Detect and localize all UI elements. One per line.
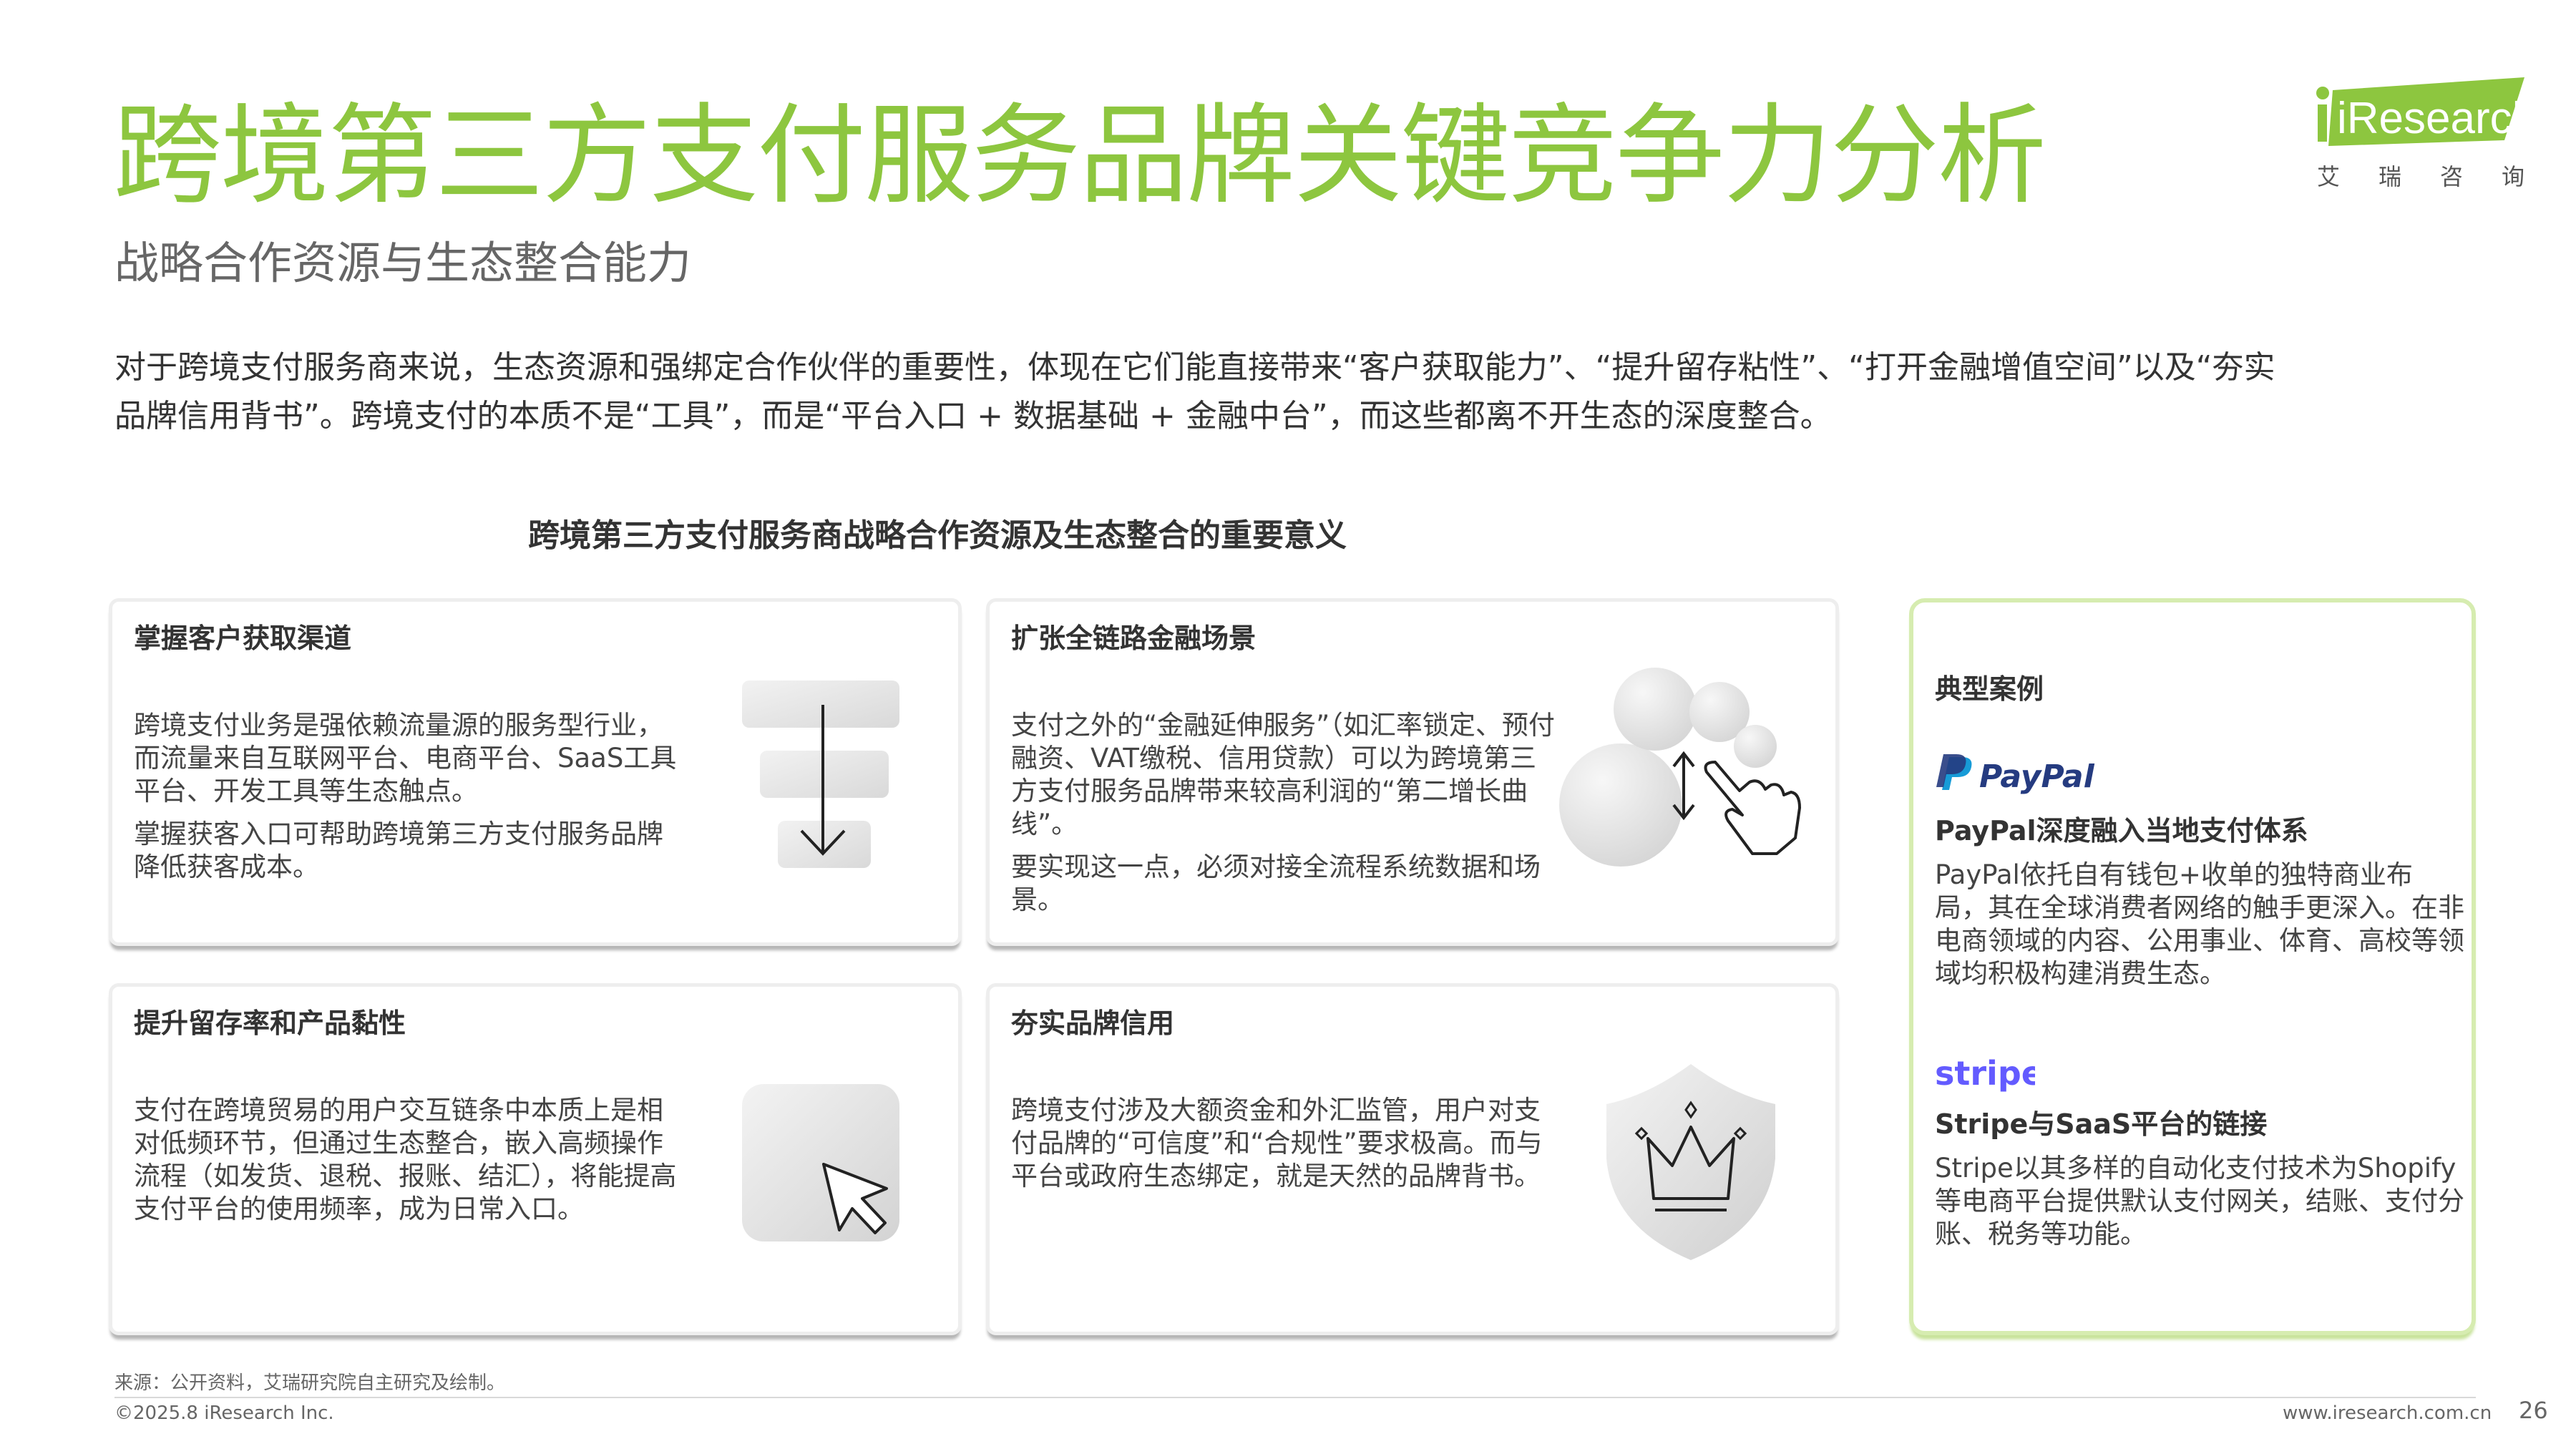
footer-divider: [114, 1397, 2476, 1398]
card-paragraph: 掌握获客入口可帮助跨境第三方支付服务品牌降低获客成本。: [134, 819, 663, 882]
case-study-panel: 典型案例 PayPal PayPal深度融入当地支付体系 PayPal依托自有钱…: [1909, 598, 2476, 1335]
card-financial-scenarios: 扩张全链路金融场景 支付之外的“金融延伸服务”（如汇率锁定、预付融资、VAT缴税…: [986, 598, 1839, 946]
card-paragraph: 支付之外的“金融延伸服务”（如汇率锁定、预付融资、VAT缴税、信用贷款）可以为跨…: [1011, 710, 1555, 839]
card-title: 提升留存率和产品黏性: [134, 1008, 406, 1039]
card-title: 扩张全链路金融场景: [1011, 623, 1257, 654]
stripe-wordmark: stripe: [1935, 1055, 2035, 1093]
case-study-heading: 典型案例: [1935, 673, 2044, 705]
logo-char: 艾: [2317, 163, 2341, 190]
intro-line: 品牌信用背书”。跨境支付的本质不是“工具”，而是“平台入口 + 数据基础 + 金…: [114, 398, 1832, 434]
diagram-title: 跨境第三方支付服务商战略合作资源及生态整合的重要意义: [528, 517, 1347, 554]
logo-char: 瑞: [2378, 163, 2401, 190]
card-customer-acquisition: 掌握客户获取渠道 跨境支付业务是强依赖流量源的服务型行业，而流量来自互联网平台、…: [109, 598, 962, 946]
paypal-wordmark: PayPal: [1979, 758, 2095, 794]
card-body: 支付在跨境贸易的用户交互链条中本质上是相对低频环节，但通过生态整合，嵌入高频操作…: [134, 1094, 678, 1236]
zoom-gesture-icon: [1559, 668, 1801, 867]
card-paragraph: 支付在跨境贸易的用户交互链条中本质上是相对低频环节，但通过生态整合，嵌入高频操作…: [134, 1095, 677, 1224]
logo-chinese-name: 艾 瑞 咨 询: [2317, 159, 2524, 192]
stripe-logo: stripe: [1935, 1055, 2035, 1093]
case-description: Stripe以其多样的自动化支付技术为Shopify等电商平台提供默认支付网关，…: [1935, 1153, 2464, 1249]
funnel-down-arrow-icon: [742, 680, 899, 868]
card-title: 夯实品牌信用: [1011, 1008, 1175, 1039]
source-note: 来源：公开资料，艾瑞研究院自主研究及绘制。: [114, 1372, 506, 1394]
shield-crown-icon: [1606, 1064, 1775, 1260]
intro-line: 对于跨境支付服务商来说，生态资源和强绑定合作伙伴的重要性，体现在它们能直接带来“…: [114, 349, 2275, 386]
card-body: 跨境支付涉及大额资金和外汇监管，用户对支付品牌的“可信度”和“合规性”要求极高。…: [1011, 1094, 1555, 1203]
page-title: 跨境第三方支付服务品牌关键竞争力分析: [113, 92, 2046, 219]
logo-wordmark: iResearch: [2337, 94, 2533, 143]
paypal-logo: PayPal: [1936, 754, 2095, 794]
page-number: 26: [2519, 1397, 2548, 1424]
card-body: 支付之外的“金融延伸服务”（如汇率锁定、预付融资、VAT缴税、信用贷款）可以为跨…: [1011, 709, 1555, 927]
logo-char: 询: [2501, 163, 2524, 190]
intro-paragraph: 对于跨境支付服务商来说，生态资源和强绑定合作伙伴的重要性，体现在它们能直接带来“…: [114, 343, 2462, 441]
card-body: 跨境支付业务是强依赖流量源的服务型行业，而流量来自互联网平台、电商平台、SaaS…: [134, 709, 678, 894]
iresearch-logo-mark: iResearch: [2316, 77, 2533, 146]
case-description: PayPal依托自有钱包+收单的独特商业布局，其在全球消费者网络的触手更深入。在…: [1935, 859, 2464, 989]
case-subtitle: PayPal深度融入当地支付体系: [1935, 815, 2308, 847]
card-title: 掌握客户获取渠道: [134, 623, 352, 654]
copyright: ©2025.8 iResearch Inc.: [114, 1402, 334, 1424]
case-subtitle: Stripe与SaaS平台的链接: [1935, 1108, 2268, 1140]
logo-char: 咨: [2439, 163, 2463, 190]
iresearch-logo: iResearch 艾 瑞 咨 询: [2311, 74, 2533, 192]
card-paragraph: 要实现这一点，必须对接全流程系统数据和场景。: [1011, 852, 1541, 915]
card-brand-credibility: 夯实品牌信用 跨境支付涉及大额资金和外汇监管，用户对支付品牌的“可信度”和“合规…: [986, 983, 1839, 1335]
card-paragraph: 跨境支付业务是强依赖流量源的服务型行业，而流量来自互联网平台、电商平台、SaaS…: [134, 710, 677, 806]
card-retention-stickiness: 提升留存率和产品黏性 支付在跨境贸易的用户交互链条中本质上是相对低频环节，但通过…: [109, 983, 962, 1335]
page-subtitle: 战略合作资源与生态整合能力: [114, 237, 692, 289]
website-link[interactable]: www.iresearch.com.cn: [2283, 1402, 2492, 1424]
card-paragraph: 跨境支付涉及大额资金和外汇监管，用户对支付品牌的“可信度”和“合规性”要求极高。…: [1011, 1095, 1543, 1191]
cursor-click-icon: [742, 1084, 899, 1241]
